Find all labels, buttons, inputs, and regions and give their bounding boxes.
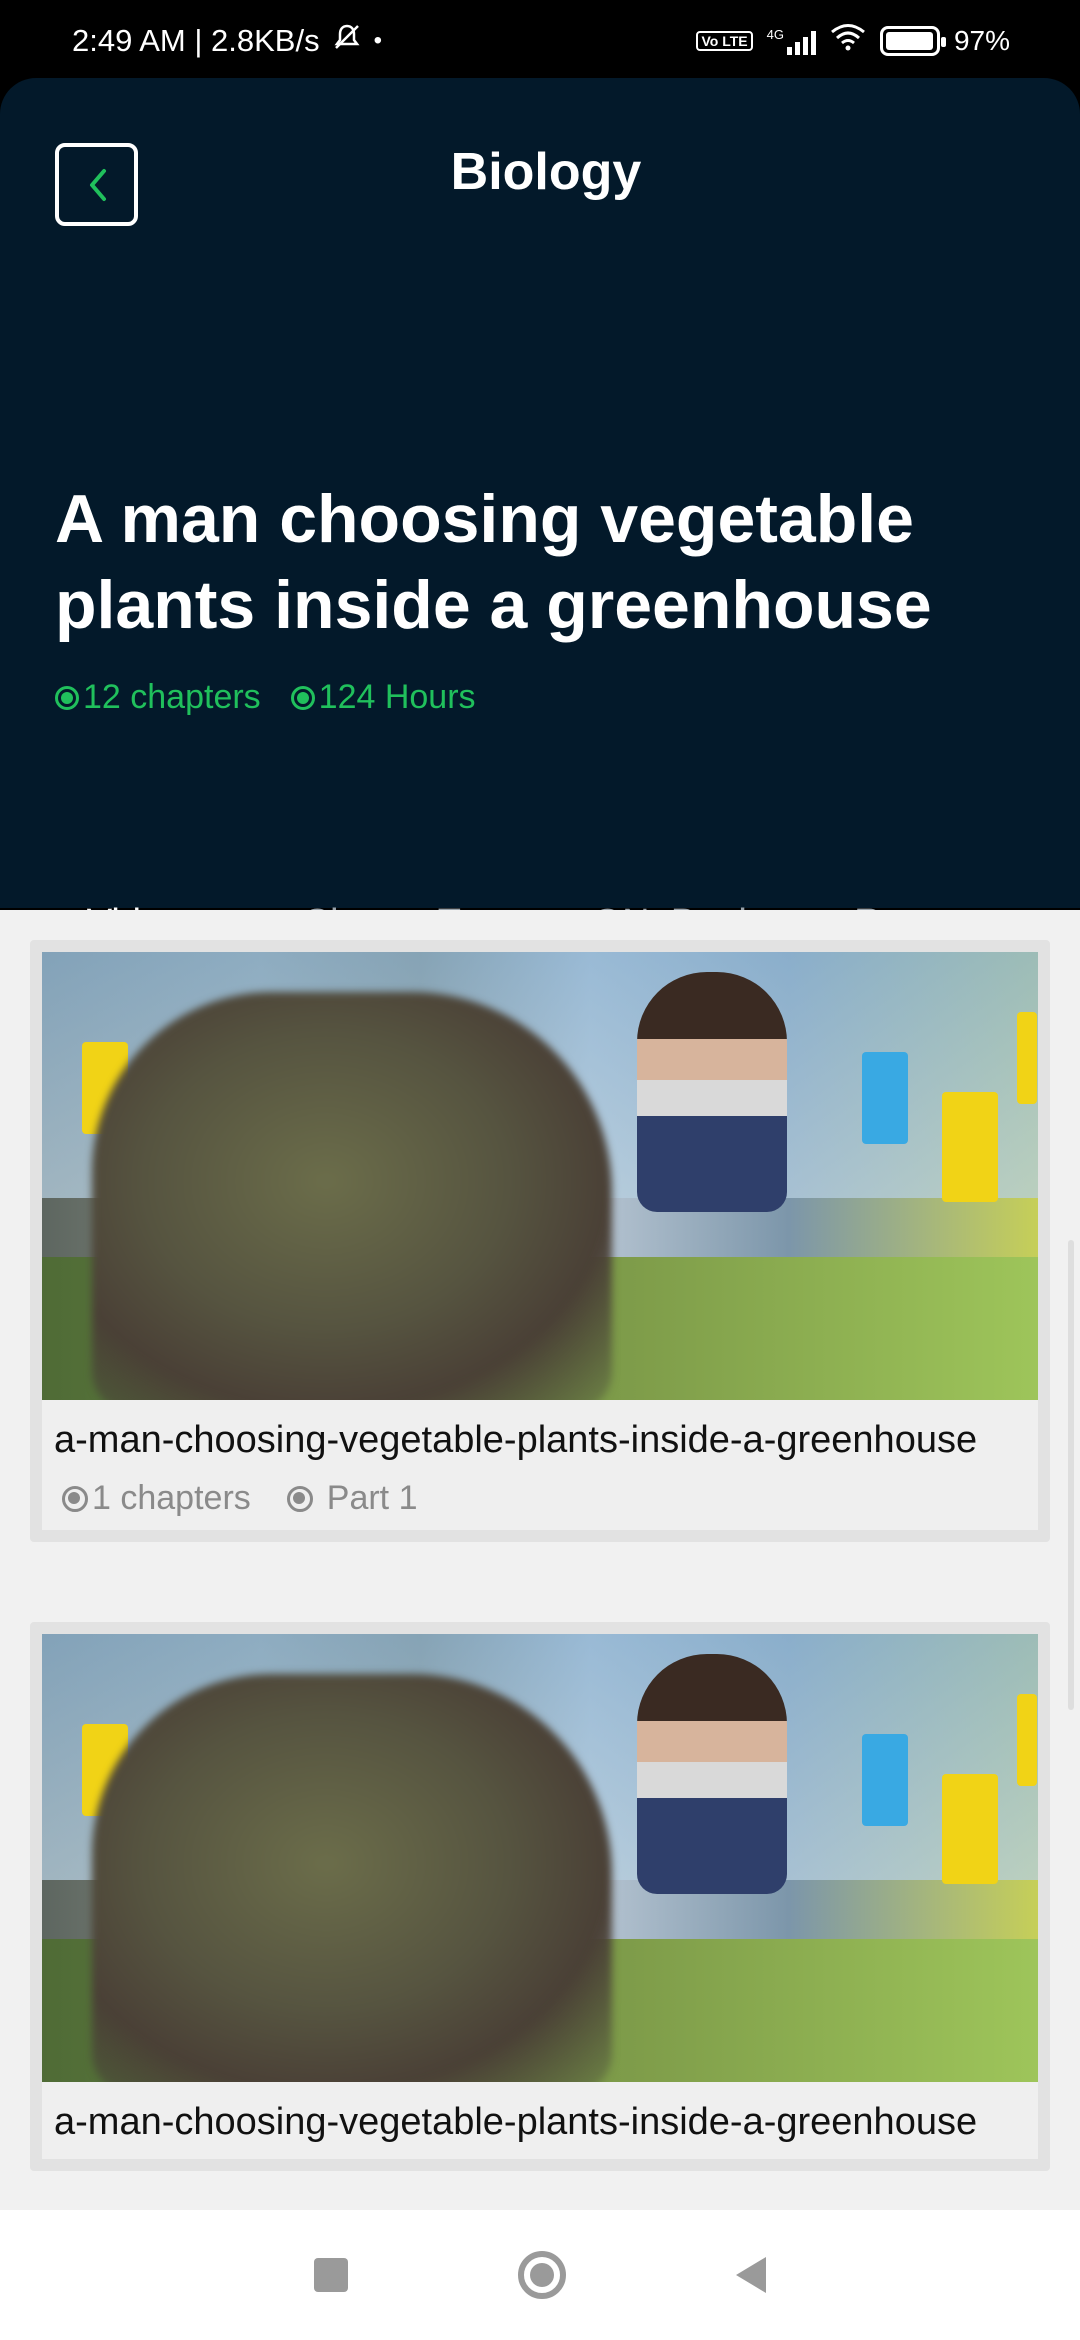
video-meta: 1 chapters Part 1 — [54, 1479, 1026, 1518]
video-card-body: a-man-choosing-vegetable-plants-inside-a… — [42, 2082, 1038, 2159]
notification-dot-icon: • — [373, 27, 382, 54]
video-card[interactable]: a-man-choosing-vegetable-plants-inside-a… — [30, 940, 1050, 1542]
screen: 2:49 AM | 2.8KB/s • Vo LTE 4G 97% Biolog… — [0, 0, 1080, 2340]
course-title: A man choosing vegetable plants inside a… — [55, 481, 932, 643]
system-nav-bar — [0, 2210, 1080, 2340]
video-title: a-man-choosing-vegetable-plants-inside-a… — [54, 1419, 978, 1461]
circle-icon[interactable] — [518, 2251, 566, 2299]
video-thumbnail[interactable] — [42, 952, 1038, 1400]
battery-percent: 97% — [953, 25, 1010, 56]
video-title: a-man-choosing-vegetable-plants-inside-a… — [54, 2101, 978, 2143]
radio-dot-icon — [55, 685, 79, 710]
network-type-label: 4G — [766, 27, 784, 42]
hours-label: 124 Hours — [318, 678, 476, 716]
video-thumbnail[interactable] — [42, 1634, 1038, 2082]
wifi-icon — [830, 23, 866, 59]
radio-dot-icon — [62, 1485, 88, 1512]
mute-icon — [332, 22, 362, 60]
chapters-label: 12 chapters — [83, 678, 261, 716]
chapters-count: 12 chapters — [55, 678, 261, 717]
video-chapters: 1 chapters — [62, 1479, 251, 1518]
radio-dot-icon — [286, 1485, 313, 1512]
video-list[interactable]: a-man-choosing-vegetable-plants-inside-a… — [0, 910, 1080, 2210]
video-part-label: Part 1 — [326, 1479, 418, 1517]
video-card-body: a-man-choosing-vegetable-plants-inside-a… — [42, 1400, 1038, 1530]
course-meta: 12 chapters 124 Hours — [55, 678, 476, 717]
status-left: 2:49 AM | 2.8KB/s • — [72, 22, 382, 60]
volte-icon: Vo LTE — [696, 31, 753, 51]
triangle-back-icon[interactable] — [736, 2257, 766, 2293]
video-card[interactable]: a-man-choosing-vegetable-plants-inside-a… — [30, 1622, 1050, 2171]
signal-icon: 4G — [767, 27, 816, 55]
scrollbar[interactable] — [1068, 1240, 1074, 1710]
status-time-speed: 2:49 AM | 2.8KB/s — [72, 23, 320, 58]
radio-dot-icon — [290, 685, 315, 710]
page-title: Biology — [450, 143, 642, 201]
video-chapters-label: 1 chapters — [92, 1479, 251, 1517]
square-icon[interactable] — [314, 2258, 348, 2292]
status-bar: 2:49 AM | 2.8KB/s • Vo LTE 4G 97% — [0, 0, 1080, 82]
status-right: Vo LTE 4G 97% — [696, 23, 1010, 59]
video-part: Part 1 — [286, 1479, 418, 1518]
hours-count: 124 Hours — [290, 678, 476, 717]
battery-icon — [879, 26, 946, 56]
battery-fill — [885, 32, 933, 50]
course-header: Biology A man choosing vegetable plants … — [0, 78, 1080, 988]
